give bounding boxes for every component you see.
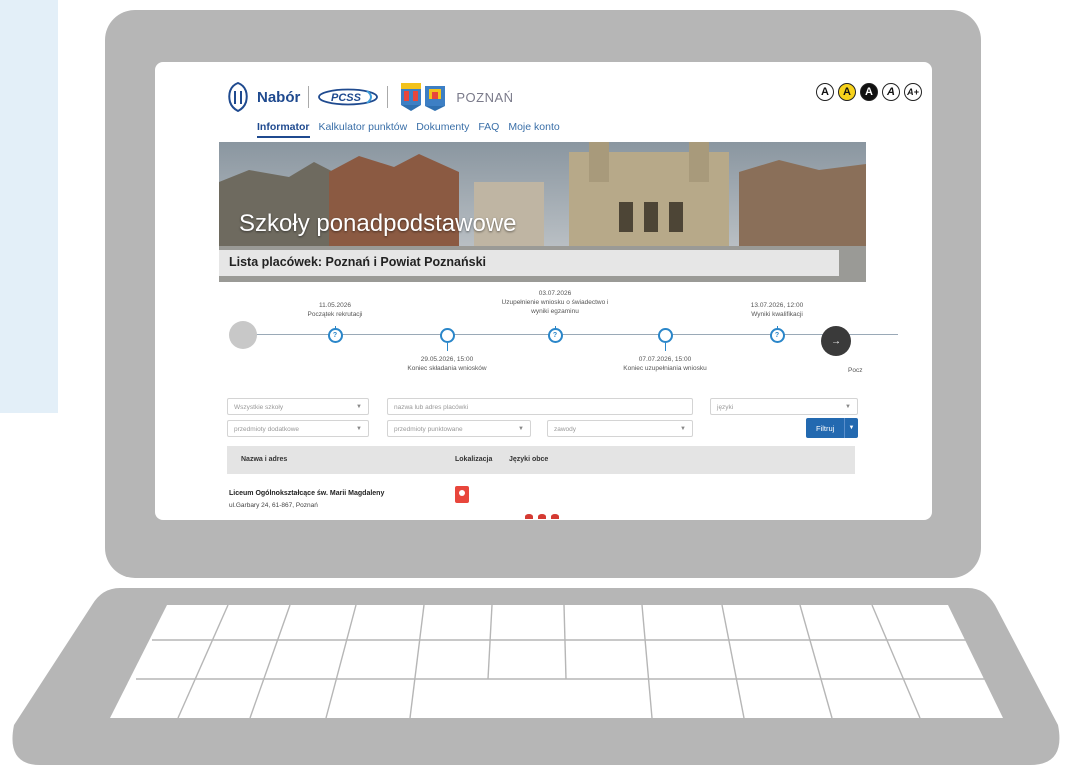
chevron-down-icon[interactable]: ▼ [843,418,858,438]
chevron-down-icon: ▼ [518,426,524,432]
filter-button-label: Filtruj [816,423,835,433]
timeline-next-button[interactable]: → [821,326,851,356]
chevron-down-icon: ▼ [680,426,686,432]
timeline-label: 07.07.2026, 15:00 Koniec uzupełniania wn… [595,356,735,374]
nav-item-moje-konto[interactable]: Moje konto [508,121,559,138]
font-size-increase-button[interactable]: A+ [904,83,922,101]
timeline-stem [447,343,448,351]
timeline-date: 29.05.2026, 15:00 [420,356,474,363]
nav-item-dokumenty[interactable]: Dokumenty [416,121,469,138]
hero-banner: Szkoły ponadpodstawowe Lista placówek: P… [219,142,866,282]
professions-value: zawody [554,426,577,433]
contrast-yellow-button[interactable]: A [838,83,856,101]
timeline-date: 11.05.2026 [318,302,352,309]
filter-button[interactable]: Filtruj ▼ [806,418,858,438]
languages-select[interactable]: języki ▼ [710,398,858,415]
timeline-label: 11.05.2026 Początek rekrutacji [265,302,405,320]
timeline-caption: Koniec składania wniosków [407,364,487,372]
timeline-prev-button[interactable] [229,321,257,349]
timeline-caption: Koniec uzupełniania wniosku [623,364,707,372]
column-header-languages[interactable]: Języki obce [509,456,548,463]
timeline-caption: Początek rekrutacji [307,310,363,318]
chevron-down-icon: ▼ [845,404,851,410]
timeline-date: 03.07.2026 [538,290,572,297]
professions-select[interactable]: zawody ▼ [547,420,693,437]
divider [387,86,389,108]
brand-name[interactable]: Nabór [257,89,300,106]
languages-value: języki [717,404,734,411]
contrast-controls: A A A A A+ [816,83,922,101]
timeline-stem [665,343,666,351]
hero-title: Szkoły ponadpodstawowe [239,210,517,237]
timeline-label: 03.07.2026 Uzupełnienie wniosku o świade… [495,290,615,316]
column-header-name[interactable]: Nazwa i adres [241,456,287,463]
nav-item-informator[interactable]: Informator [257,121,310,138]
flag-icon [525,514,533,519]
brand-header: Nabór PCSS POZNAŃ [227,79,514,115]
laptop-screen: Nabór PCSS POZNAŃ A A A A A+ Informator … [155,62,932,520]
font-size-button[interactable]: A [882,83,900,101]
hero-subtitle: Lista placówek: Poznań i Powiat Poznańsk… [229,255,487,269]
nav-item-faq[interactable]: FAQ [478,121,499,138]
scored-subjects-value: przedmioty punktowane [394,426,463,433]
main-nav: Informator Kalkulator punktów Dokumenty … [257,121,560,138]
extra-subjects-select[interactable]: przedmioty dodatkowe ▼ [227,420,369,437]
flag-icon [551,514,559,519]
search-placeholder: nazwa lub adres placówki [394,404,469,411]
timeline-label: 29.05.2026, 15:00 Koniec składania wnios… [377,356,517,374]
timeline-caption: Wyniki kwalifikacji [751,310,803,318]
chevron-down-icon: ▼ [356,426,362,432]
column-header-location[interactable]: Lokalizacja [455,456,492,463]
timeline-date: 07.07.2026, 15:00 [638,356,692,363]
school-name-link[interactable]: Liceum Ogólnokształcące św. Marii Magdal… [229,490,384,497]
poznan-crest-icon [401,83,422,111]
pcss-logo-text: PCSS [331,92,362,104]
school-address: ul.Garbary 24, 61-867, Poznań [229,502,318,509]
chevron-down-icon: ▼ [356,404,362,410]
divider [308,86,310,108]
poznan-crest-alt-icon [425,86,446,111]
flag-icon [538,514,546,519]
map-pin-icon[interactable] [455,486,469,503]
timeline-date: 13.07.2026, 12:00 [750,302,804,309]
timeline-node[interactable]: ? [769,327,785,343]
contrast-default-button[interactable]: A [816,83,834,101]
pcss-logo-icon[interactable]: PCSS [317,88,379,106]
timeline-node[interactable] [439,327,455,343]
table-header: Nazwa i adres Lokalizacja Języki obce [227,446,855,474]
language-flags [525,514,559,519]
search-input[interactable]: nazwa lub adres placówki [387,398,693,415]
timeline-node[interactable]: ? [547,327,563,343]
nav-item-kalkulator[interactable]: Kalkulator punktów [319,121,408,138]
contrast-dark-button[interactable]: A [860,83,878,101]
school-type-value: Wszystkie szkoły [234,404,284,411]
timeline-node[interactable] [657,327,673,343]
timeline-caption: Uzupełnienie wniosku o świadectwo i wyni… [501,298,609,315]
school-type-select[interactable]: Wszystkie szkoły ▼ [227,398,369,415]
scored-subjects-select[interactable]: przedmioty punktowane ▼ [387,420,531,437]
timeline-node[interactable]: ? [327,327,343,343]
hero-subtitle-band: Lista placówek: Poznań i Powiat Poznańsk… [219,250,839,276]
nabor-logo-icon[interactable] [227,82,249,112]
timeline-label: 13.07.2026, 12:00 Wyniki kwalifikacji [707,302,847,320]
city-label: POZNAŃ [456,89,514,105]
timeline-overflow-label: Pocz [848,367,863,374]
extra-subjects-value: przedmioty dodatkowe [234,426,300,433]
